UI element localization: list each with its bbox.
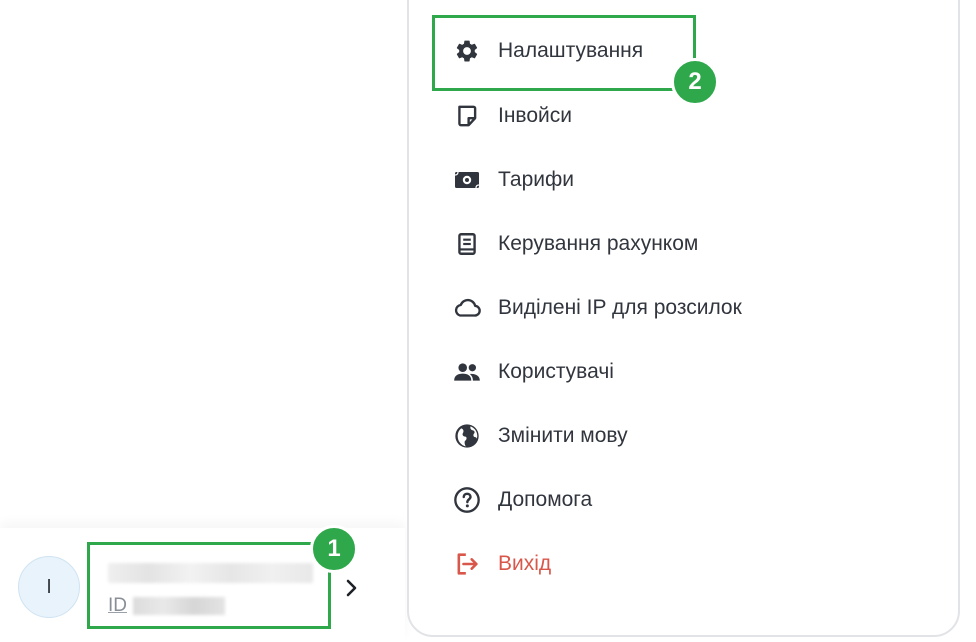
menu-item-users[interactable]: Користувачі bbox=[452, 352, 614, 392]
menu-item-label: Керування рахунком bbox=[498, 232, 699, 255]
menu-item-label: Інвойси bbox=[498, 104, 572, 127]
menu-item-account-management[interactable]: Керування рахунком bbox=[452, 224, 698, 264]
highlight-frame-account bbox=[87, 542, 331, 629]
help-icon bbox=[452, 485, 482, 515]
invoice-icon bbox=[452, 101, 482, 131]
menu-item-label: Тарифи bbox=[498, 168, 574, 191]
menu-item-label: Виділені IP для розсилок bbox=[498, 296, 742, 319]
menu-item-label: Змінити мову bbox=[498, 424, 628, 447]
menu-item-label: Користувачі bbox=[498, 360, 614, 383]
menu-item-logout[interactable]: Вихід bbox=[452, 544, 551, 584]
chevron-right-icon[interactable] bbox=[343, 577, 361, 599]
menu-item-help[interactable]: Допомога bbox=[452, 480, 592, 520]
menu-item-invoices[interactable]: Інвойси bbox=[452, 96, 572, 136]
avatar-initial: I bbox=[46, 575, 52, 598]
avatar[interactable]: I bbox=[18, 556, 80, 618]
globe-icon bbox=[452, 421, 482, 451]
money-icon bbox=[452, 165, 482, 195]
menu-item-label: Вихід bbox=[498, 552, 552, 575]
step-badge-1: 1 bbox=[310, 525, 358, 573]
menu-item-tariffs[interactable]: Тарифи bbox=[452, 160, 574, 200]
cloud-icon bbox=[452, 293, 482, 323]
users-icon bbox=[452, 357, 482, 387]
book-icon bbox=[452, 229, 482, 259]
highlight-frame-settings bbox=[432, 15, 696, 91]
step-badge-2: 2 bbox=[671, 58, 719, 106]
logout-icon bbox=[452, 549, 482, 579]
menu-item-change-language[interactable]: Змінити мову bbox=[452, 416, 628, 456]
menu-item-label: Допомога bbox=[498, 488, 593, 511]
menu-item-dedicated-ip[interactable]: Виділені IP для розсилок bbox=[452, 288, 742, 328]
